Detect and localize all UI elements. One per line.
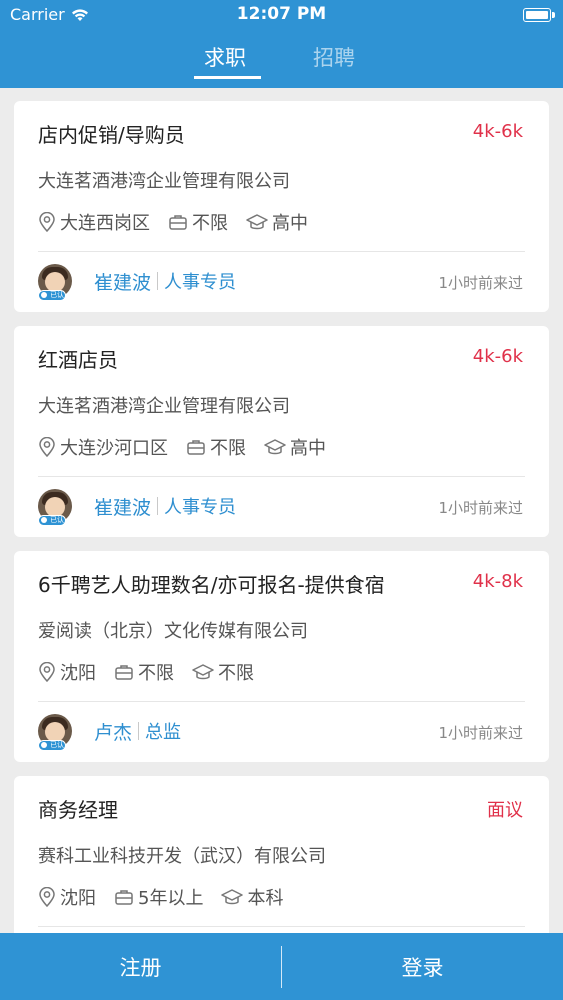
job-title: 店内促销/导购员 bbox=[38, 123, 185, 147]
experience: 不限 bbox=[186, 434, 246, 460]
graduation-cap-icon bbox=[264, 439, 286, 455]
experience-text: 不限 bbox=[138, 663, 174, 684]
recruiter-name: 崔建波 bbox=[94, 496, 152, 519]
education: 本科 bbox=[221, 884, 283, 910]
register-button[interactable]: 注册 bbox=[0, 933, 281, 1000]
company-name: 大连茗酒港湾企业管理有限公司 bbox=[38, 171, 290, 192]
job-meta: 沈阳 不限 不限 bbox=[38, 659, 272, 685]
card-divider bbox=[38, 251, 525, 252]
education: 不限 bbox=[192, 659, 254, 685]
recruiter-role: 人事专员 bbox=[164, 272, 237, 293]
experience-text: 不限 bbox=[192, 213, 228, 234]
recruiter: 已认证 卢杰 总监 bbox=[38, 714, 182, 758]
status-bar: Carrier 12:07 PM bbox=[0, 0, 563, 30]
education: 高中 bbox=[264, 434, 326, 460]
verified-badge: 已认证 bbox=[38, 740, 66, 758]
login-button[interactable]: 登录 bbox=[282, 933, 563, 1000]
tab-recruiting[interactable]: 招聘 bbox=[313, 42, 355, 72]
location-text: 大连沙河口区 bbox=[60, 438, 168, 459]
location: 大连西岗区 bbox=[38, 209, 150, 235]
graduation-cap-icon bbox=[221, 889, 244, 905]
recruiter-name: 卢杰 bbox=[94, 721, 133, 744]
experience: 不限 bbox=[168, 209, 228, 235]
briefcase-icon bbox=[169, 215, 187, 230]
company-name: 大连茗酒港湾企业管理有限公司 bbox=[38, 396, 290, 417]
tab-job-seeking[interactable]: 求职 bbox=[204, 42, 246, 72]
experience-text: 不限 bbox=[210, 438, 246, 459]
experience: 不限 bbox=[114, 659, 174, 685]
bottom-bar: 注册 登录 bbox=[0, 933, 563, 1000]
recruiter-separator bbox=[138, 722, 140, 740]
active-tab-indicator bbox=[194, 76, 261, 79]
recruiter-separator bbox=[157, 272, 159, 290]
education-text: 高中 bbox=[290, 438, 326, 459]
education-text: 本科 bbox=[247, 888, 284, 909]
job-title: 红酒店员 bbox=[38, 348, 118, 372]
location-text: 大连西岗区 bbox=[60, 213, 150, 234]
location-text: 沈阳 bbox=[60, 663, 96, 684]
card-divider bbox=[38, 701, 525, 702]
card-divider bbox=[38, 926, 525, 927]
location-pin-icon bbox=[39, 437, 55, 457]
recruiter-avatar: 已认证 bbox=[38, 489, 72, 533]
briefcase-icon bbox=[115, 665, 133, 680]
company-name: 爱阅读（北京）文化传媒有限公司 bbox=[38, 621, 308, 642]
location: 大连沙河口区 bbox=[38, 434, 168, 460]
recruiter-role: 人事专员 bbox=[164, 497, 237, 518]
job-meta: 大连西岗区 不限 高中 bbox=[38, 209, 326, 235]
job-list: 店内促销/导购员 4k-6k 大连茗酒港湾企业管理有限公司 大连西岗区 不限 高… bbox=[14, 101, 549, 1000]
location-pin-icon bbox=[39, 662, 55, 682]
education: 高中 bbox=[246, 209, 308, 235]
education-text: 高中 bbox=[272, 213, 308, 234]
location-pin-icon bbox=[39, 887, 55, 907]
graduation-cap-icon bbox=[246, 214, 268, 230]
job-meta: 大连沙河口区 不限 高中 bbox=[38, 434, 344, 460]
job-salary: 4k-8k bbox=[472, 571, 523, 592]
experience: 5年以上 bbox=[114, 884, 203, 910]
last-active-time: 1小时前来过 bbox=[438, 274, 523, 292]
briefcase-icon bbox=[115, 890, 133, 905]
job-salary: 4k-6k bbox=[472, 346, 523, 367]
job-card[interactable]: 红酒店员 4k-6k 大连茗酒港湾企业管理有限公司 大连沙河口区 不限 高中 已… bbox=[14, 326, 549, 537]
recruiter-name: 崔建波 bbox=[94, 271, 152, 294]
graduation-cap-icon bbox=[192, 664, 214, 680]
briefcase-icon bbox=[187, 440, 205, 455]
recruiter-separator bbox=[157, 497, 159, 515]
job-meta: 沈阳 5年以上 本科 bbox=[38, 884, 301, 910]
battery-icon bbox=[523, 8, 555, 22]
header: Carrier 12:07 PM 求职 招聘 bbox=[0, 0, 563, 88]
job-card[interactable]: 6千聘艺人助理数名/亦可报名-提供食宿 4k-8k 爱阅读（北京）文化传媒有限公… bbox=[14, 551, 549, 762]
experience-text: 5年以上 bbox=[138, 888, 204, 909]
recruiter: 已认证 崔建波 人事专员 bbox=[38, 264, 237, 308]
recruiter-avatar: 已认证 bbox=[38, 714, 72, 758]
company-name: 赛科工业科技开发（武汉）有限公司 bbox=[38, 846, 326, 867]
job-salary: 面议 bbox=[487, 800, 523, 821]
card-divider bbox=[38, 476, 525, 477]
job-salary: 4k-6k bbox=[472, 121, 523, 142]
verified-badge: 已认证 bbox=[38, 515, 66, 533]
recruiter-role: 总监 bbox=[145, 722, 182, 743]
verified-badge: 已认证 bbox=[38, 290, 66, 308]
job-title: 6千聘艺人助理数名/亦可报名-提供食宿 bbox=[38, 573, 385, 597]
location: 沈阳 bbox=[38, 659, 96, 685]
last-active-time: 1小时前来过 bbox=[438, 499, 523, 517]
recruiter-avatar: 已认证 bbox=[38, 264, 72, 308]
status-time: 12:07 PM bbox=[236, 4, 327, 24]
location: 沈阳 bbox=[38, 884, 96, 910]
job-title: 商务经理 bbox=[38, 798, 118, 822]
last-active-time: 1小时前来过 bbox=[438, 724, 523, 742]
location-text: 沈阳 bbox=[60, 888, 96, 909]
recruiter: 已认证 崔建波 人事专员 bbox=[38, 489, 237, 533]
tab-bar: 求职 招聘 bbox=[0, 40, 563, 80]
job-card[interactable]: 店内促销/导购员 4k-6k 大连茗酒港湾企业管理有限公司 大连西岗区 不限 高… bbox=[14, 101, 549, 312]
location-pin-icon bbox=[39, 212, 55, 232]
education-text: 不限 bbox=[218, 663, 254, 684]
